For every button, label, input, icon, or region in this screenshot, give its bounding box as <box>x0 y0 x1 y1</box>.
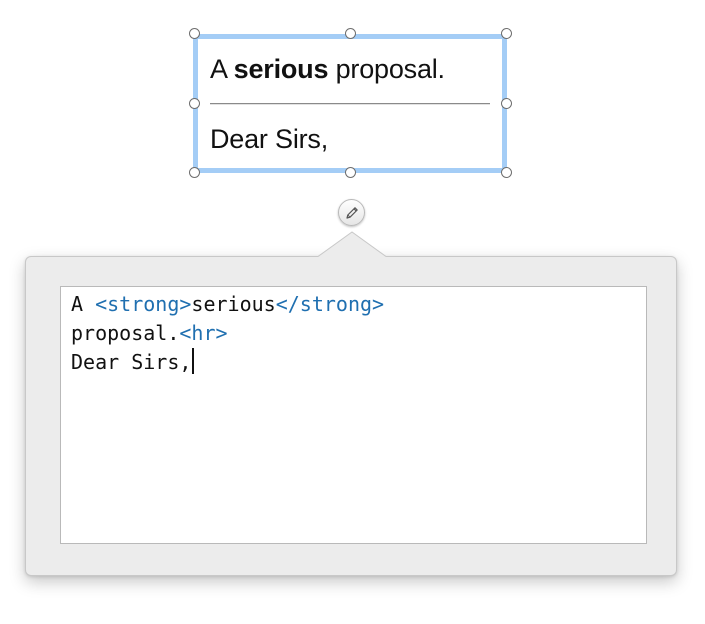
resize-handle-bottom-left[interactable] <box>189 167 200 178</box>
popover-arrow <box>318 231 386 257</box>
resize-handle-bottom-center[interactable] <box>345 167 356 178</box>
html-editor-popover: A <strong>serious</strong> proposal.<hr>… <box>25 256 677 576</box>
preview-text-line-1: A serious proposal. <box>210 54 445 84</box>
resize-handle-top-right[interactable] <box>501 28 512 39</box>
code-line-2: proposal.<hr> <box>71 321 228 345</box>
code-line-3: Dear Sirs, <box>71 348 636 377</box>
resize-handle-top-center[interactable] <box>345 28 356 39</box>
text-cursor <box>192 348 195 374</box>
resize-handle-middle-right[interactable] <box>501 98 512 109</box>
edit-html-button[interactable] <box>338 199 365 226</box>
html-source-editor[interactable]: A <strong>serious</strong> proposal.<hr>… <box>60 286 647 544</box>
pencil-icon <box>345 206 358 219</box>
preview-text-line-2: Dear Sirs, <box>210 124 329 154</box>
rendered-preview-box[interactable]: A serious proposal. Dear Sirs, <box>193 34 507 173</box>
code-tag-strong-open: <strong> <box>95 292 192 316</box>
preview-bold-text: serious <box>233 54 329 84</box>
code-line-1: A <strong>serious</strong> <box>71 292 385 316</box>
resize-handle-middle-left[interactable] <box>189 98 200 109</box>
preview-horizontal-rule <box>210 103 490 105</box>
code-tag-hr: <hr> <box>179 321 228 345</box>
resize-handle-bottom-right[interactable] <box>501 167 512 178</box>
code-tag-strong-close: </strong> <box>275 292 385 316</box>
resize-handle-top-left[interactable] <box>189 28 200 39</box>
